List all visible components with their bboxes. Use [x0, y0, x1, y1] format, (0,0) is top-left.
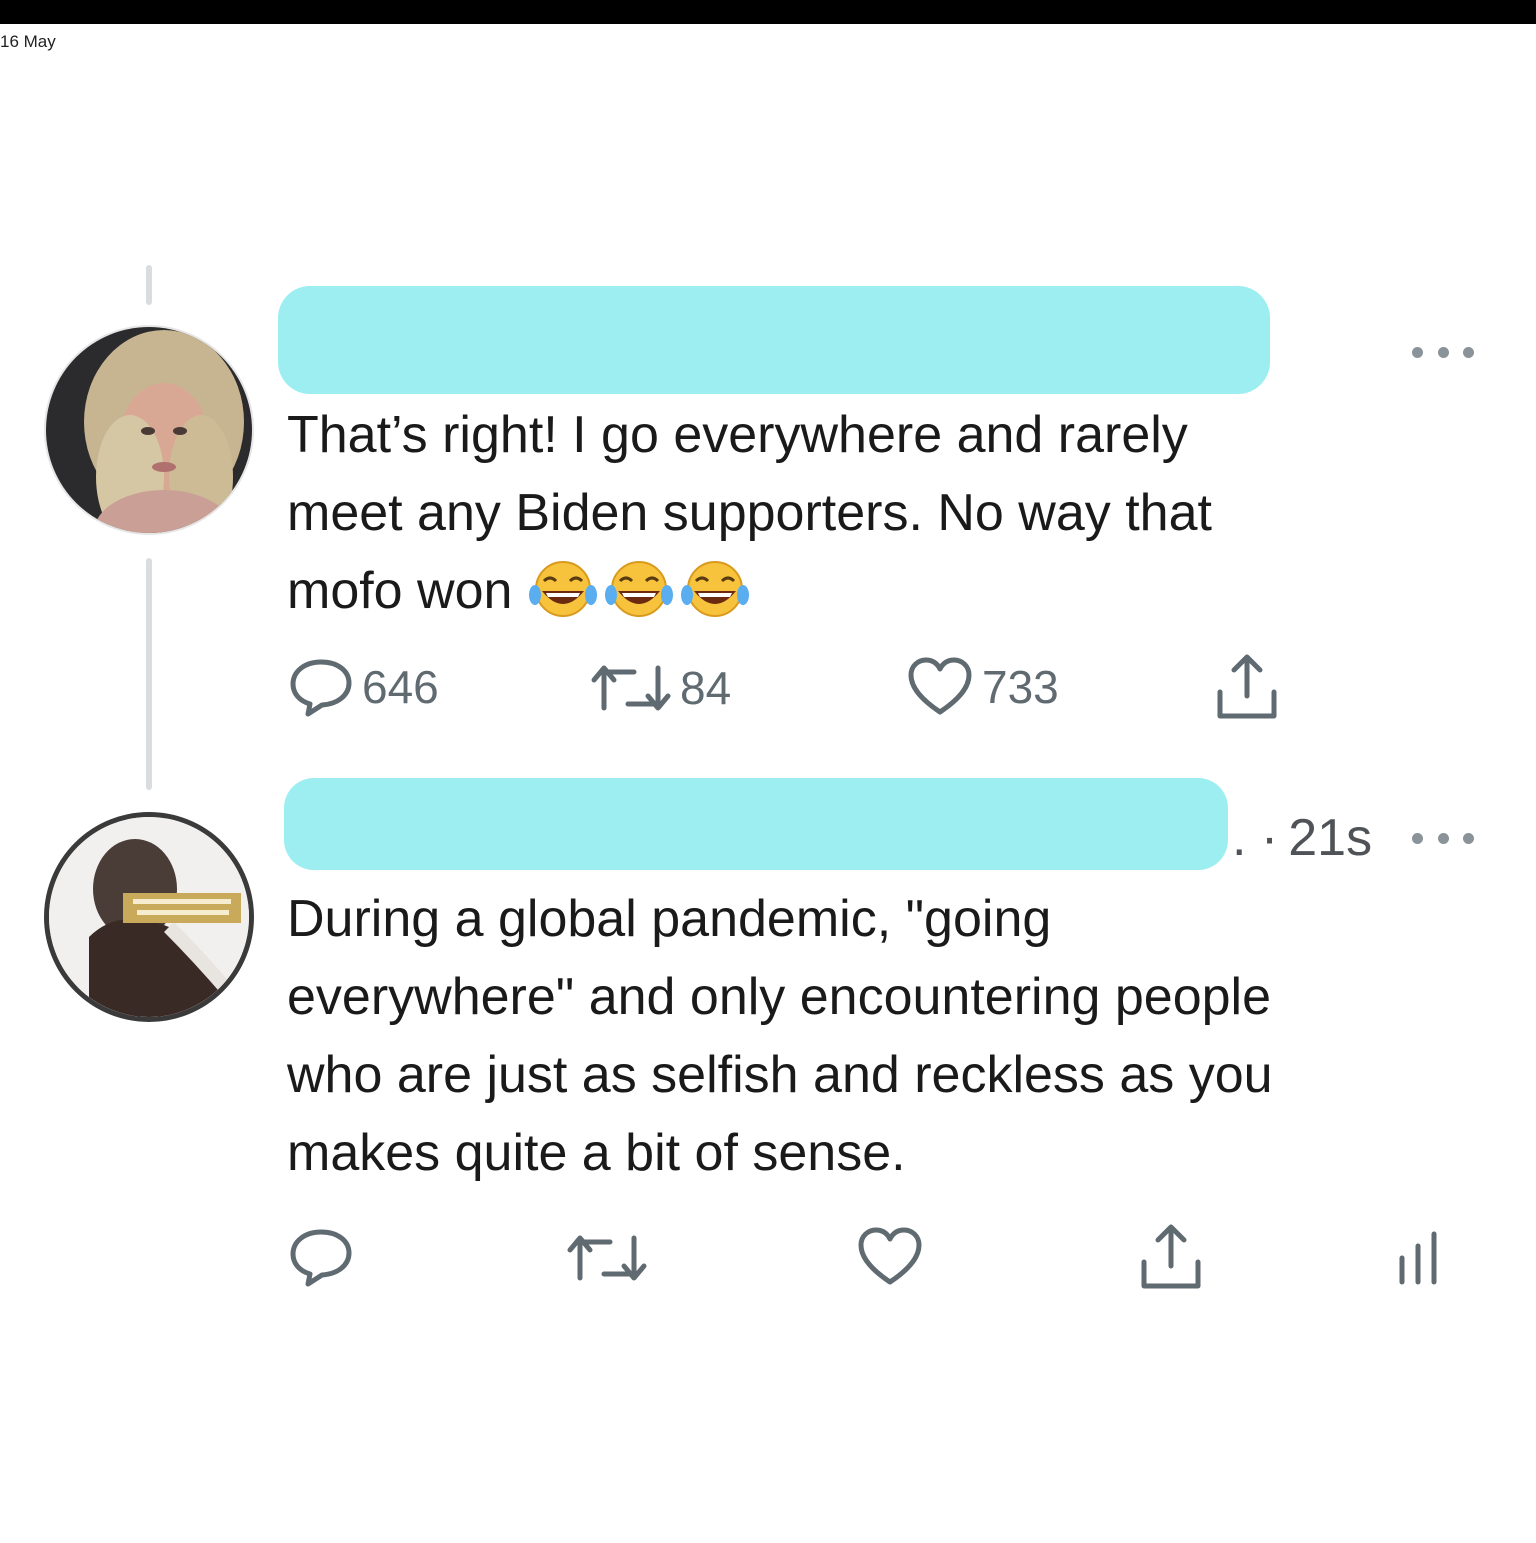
- tweet-text-line: everywhere" and only encountering people: [287, 968, 1272, 1026]
- retweet-button[interactable]: 84: [590, 658, 731, 718]
- avatar-tweet-1[interactable]: [44, 325, 254, 535]
- more-dot: [1463, 346, 1474, 358]
- retweet-button[interactable]: [566, 1228, 648, 1288]
- more-dot: [1437, 832, 1449, 844]
- retweet-count: 84: [680, 662, 732, 714]
- status-bar: [0, 0, 1536, 24]
- tweet-text-line: meet any Biden supporters. No way that: [287, 484, 1212, 542]
- more-options-icon[interactable]: [1412, 342, 1474, 362]
- share-icon: [1141, 1224, 1201, 1289]
- thread-connector-top: [146, 265, 152, 305]
- share-button[interactable]: [1212, 652, 1282, 722]
- share-button[interactable]: [1136, 1222, 1206, 1292]
- reply-icon: [290, 659, 352, 717]
- more-dot: [1412, 832, 1423, 844]
- like-button[interactable]: 733: [906, 656, 1059, 718]
- tweet-text-line: makes quite a bit of sense.: [287, 1124, 906, 1182]
- redacted-username-1: [278, 286, 1270, 394]
- tweet-text-line: During a global pandemic, "going: [287, 890, 1052, 948]
- status-date: 16 May: [0, 32, 56, 51]
- timestamp-prefix: .: [1232, 809, 1247, 867]
- reply-button[interactable]: 646: [288, 656, 439, 718]
- avatar-portrait-icon: [49, 817, 249, 1017]
- emoji-group: [528, 559, 750, 621]
- timestamp-value: 21s: [1288, 809, 1373, 867]
- retweet-icon: [591, 665, 671, 711]
- thread-connector: [146, 558, 152, 790]
- more-dot: [1437, 346, 1449, 358]
- more-dot: [1463, 832, 1474, 844]
- avatar-tweet-2[interactable]: [44, 812, 254, 1022]
- tears-of-joy-icon: [604, 559, 674, 621]
- reply-button[interactable]: [288, 1226, 354, 1288]
- reply-icon: [290, 1229, 352, 1287]
- more-dot: [1412, 346, 1423, 358]
- tweet-text-line: who are just as selfish and reckless as …: [287, 1046, 1273, 1104]
- tweet-text-line: mofo won: [287, 552, 1437, 630]
- tears-of-joy-icon: [528, 559, 598, 621]
- like-count: 733: [982, 661, 1059, 713]
- tweet-1-text: That’s right! I go everywhere and rarely…: [287, 396, 1437, 630]
- reply-count: 646: [362, 661, 439, 713]
- retweet-icon: [567, 1235, 647, 1281]
- heart-icon: [908, 657, 972, 715]
- analytics-button[interactable]: [1396, 1228, 1440, 1286]
- heart-icon: [858, 1227, 922, 1285]
- screenshot-page: 16 May That’s right! I go everywhere and…: [0, 0, 1536, 1543]
- tweet-2-text: During a global pandemic, "going everywh…: [287, 880, 1497, 1192]
- avatar-photo-icon: [46, 327, 252, 533]
- tears-of-joy-icon: [680, 559, 750, 621]
- timestamp-separator: ·: [1260, 809, 1279, 867]
- analytics-icon: [1399, 1231, 1437, 1285]
- tweet-timestamp: . · 21s: [1232, 808, 1372, 868]
- share-icon: [1217, 654, 1277, 719]
- more-options-icon[interactable]: [1412, 828, 1474, 848]
- redacted-username-2: [284, 778, 1228, 870]
- tweet-text-line: That’s right! I go everywhere and rarely: [287, 406, 1188, 464]
- like-button[interactable]: [856, 1226, 924, 1288]
- tweet-text-fragment: mofo won: [287, 562, 513, 620]
